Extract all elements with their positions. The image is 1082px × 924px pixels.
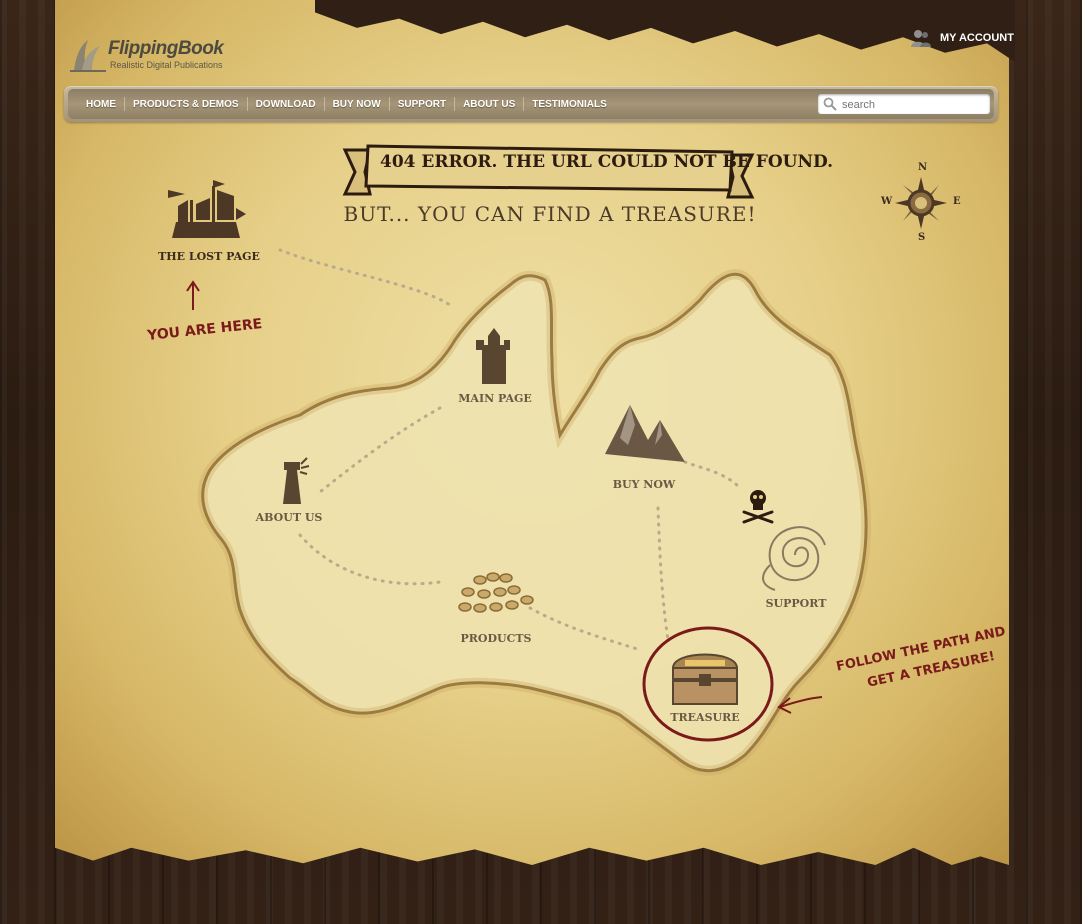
buy-now-label[interactable]: BUY NOW xyxy=(613,478,676,491)
lost-page-label[interactable]: THE LOST PAGE xyxy=(158,250,260,263)
treasure-label[interactable]: TREASURE xyxy=(670,711,739,724)
main-page-label[interactable]: MAIN PAGE xyxy=(458,392,532,405)
treasure-map xyxy=(168,144,947,776)
compass-south: S xyxy=(918,232,926,243)
products-label[interactable]: PRODUCTS xyxy=(460,632,531,645)
error-banner-text: 404 ERROR. THE URL COULD NOT BE FOUND. xyxy=(380,152,834,172)
ship-icon xyxy=(168,180,246,238)
compass-icon xyxy=(895,177,947,229)
up-arrow-icon xyxy=(186,280,200,310)
support-label[interactable]: SUPPORT xyxy=(766,597,827,610)
compass-east: E xyxy=(953,196,961,207)
treasure-chest-icon xyxy=(671,653,739,705)
compass-west: W xyxy=(881,196,893,207)
compass-north: N xyxy=(918,162,928,173)
error-subtitle: BUT... YOU CAN FIND A TREASURE! xyxy=(343,202,757,226)
about-us-label[interactable]: ABOUT US xyxy=(256,511,323,524)
